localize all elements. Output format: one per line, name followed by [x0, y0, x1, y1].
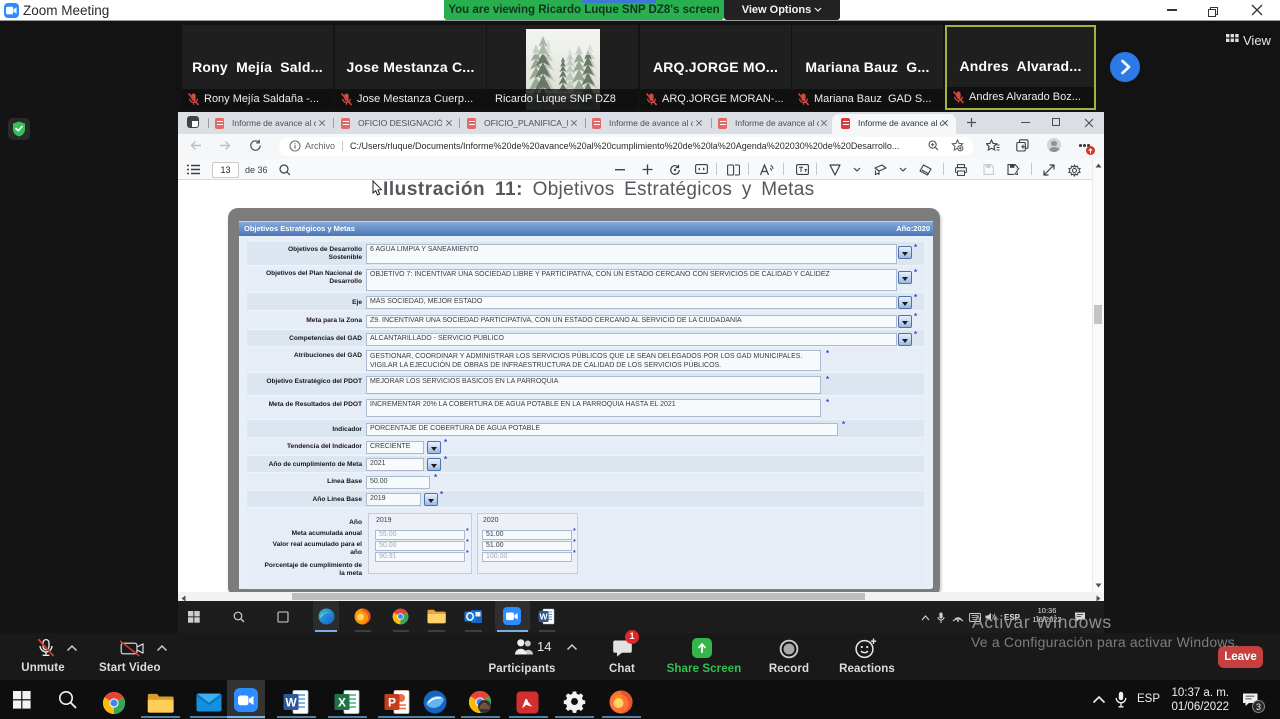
svg-text:W: W: [285, 696, 297, 710]
svg-text:W: W: [539, 612, 548, 622]
svg-text:P: P: [388, 696, 396, 710]
svg-text:X: X: [338, 696, 346, 710]
